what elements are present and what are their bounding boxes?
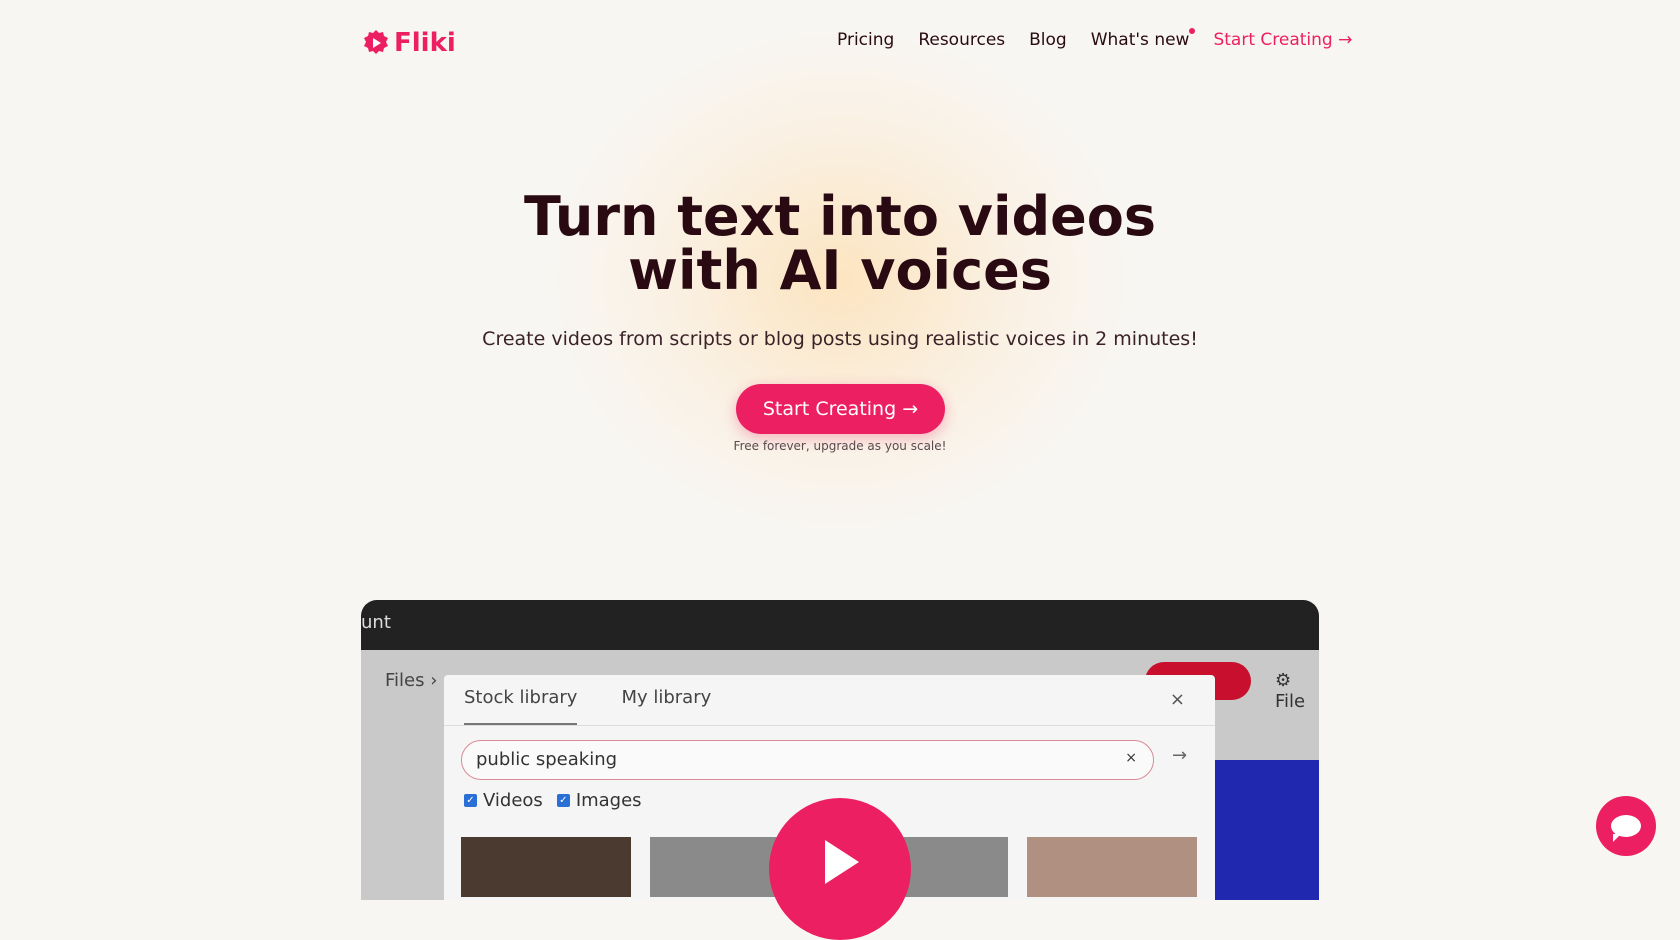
nav-resources[interactable]: Resources: [918, 30, 1005, 50]
media-thumbnail: [1027, 837, 1197, 897]
top-nav: Pricing Resources Blog What's new Start …: [837, 28, 1352, 50]
media-thumbnail: [461, 837, 631, 897]
hero-title: Turn text into videos with AI voices: [0, 190, 1680, 298]
hero-title-line2: with AI voices: [628, 239, 1052, 302]
search-input: public speaking ×: [461, 740, 1154, 780]
tab-stock-library: Stock library: [464, 687, 578, 725]
hero-subtitle: Create videos from scripts or blog posts…: [482, 328, 1198, 350]
checkbox-label: Videos: [483, 790, 543, 811]
nav-start-creating[interactable]: Start Creating →: [1213, 30, 1352, 50]
chat-button[interactable]: [1596, 796, 1656, 856]
checkbox-images: ✓ Images: [556, 790, 642, 811]
breadcrumb: Files ›: [385, 670, 438, 691]
pricing-note: Free forever, upgrade as you scale!: [733, 439, 947, 453]
nav-pricing[interactable]: Pricing: [837, 30, 894, 50]
arrow-right-icon: →: [1172, 745, 1188, 766]
start-creating-button[interactable]: Start Creating →: [736, 384, 945, 434]
clear-icon: ×: [1125, 750, 1137, 766]
file-button: ⚙ File: [1275, 670, 1306, 712]
fliki-logo-icon: [364, 30, 388, 54]
close-icon: ×: [1169, 689, 1185, 710]
play-button[interactable]: [769, 798, 911, 940]
app-topbar: unt: [361, 600, 1319, 650]
nav-whats-new[interactable]: What's new: [1091, 28, 1196, 50]
logo[interactable]: Fliki: [362, 28, 456, 58]
check-icon: ✓: [464, 794, 477, 807]
search-value: public speaking: [476, 749, 618, 770]
canvas-preview: [1211, 760, 1319, 900]
nav-blog[interactable]: Blog: [1029, 30, 1067, 50]
chat-icon: [1611, 815, 1641, 842]
logo-text: Fliki: [394, 28, 456, 58]
tab-my-library: My library: [621, 687, 712, 708]
checkbox-label: Images: [575, 790, 642, 811]
checkbox-videos: ✓ Videos: [464, 790, 543, 811]
check-icon: ✓: [556, 794, 570, 807]
